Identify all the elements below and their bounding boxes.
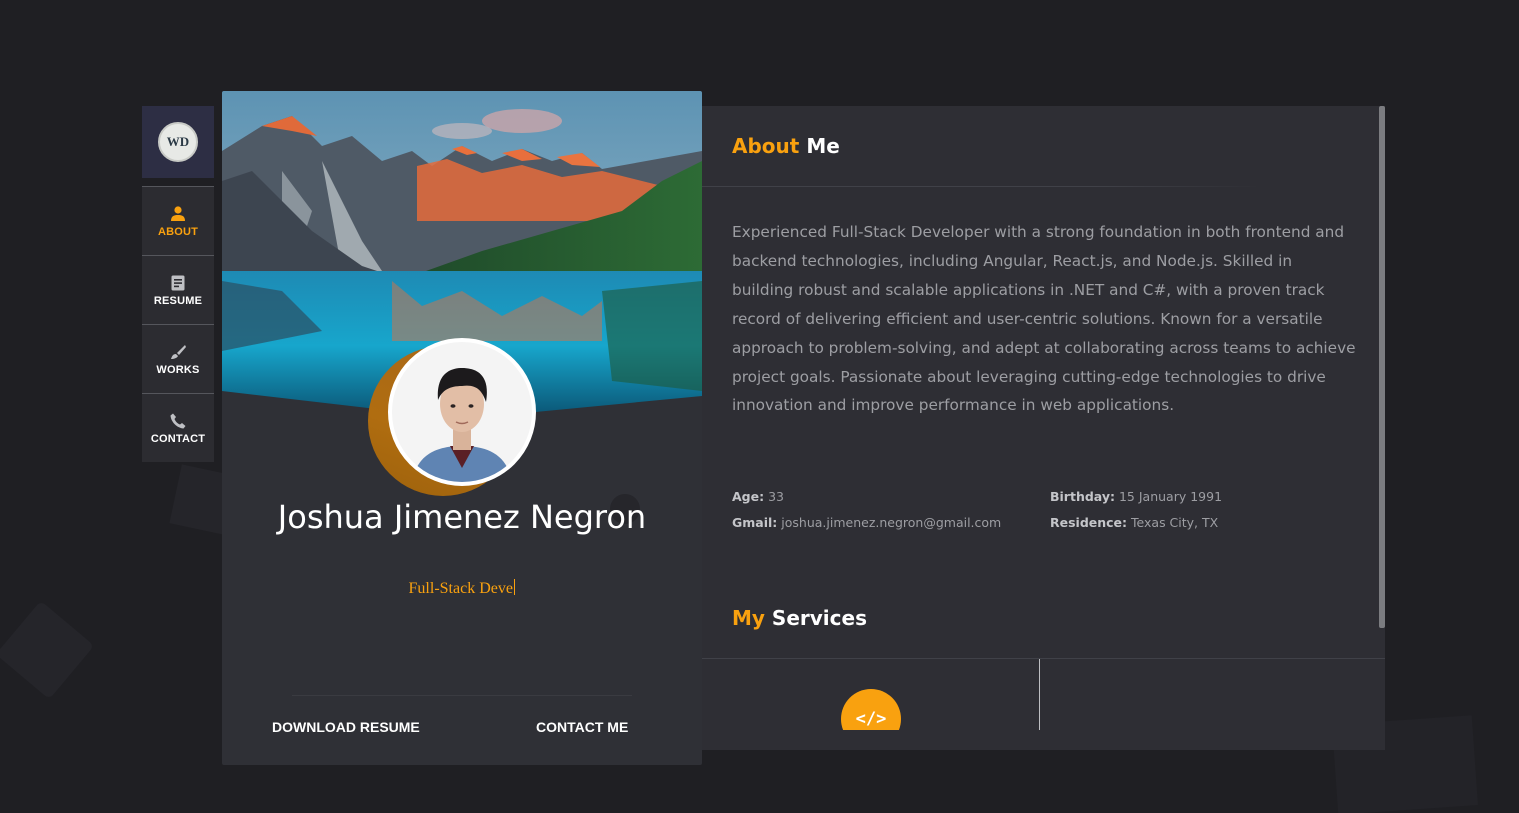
section-divider bbox=[702, 186, 1262, 187]
services-title-rest: Services bbox=[771, 606, 867, 630]
side-nav: WD ABOUT RESUME WORKS CONTACT bbox=[142, 106, 214, 462]
typing-cursor bbox=[513, 579, 516, 595]
nav-item-works[interactable]: WORKS bbox=[142, 324, 214, 393]
services-title-accent: My bbox=[732, 606, 765, 630]
scrollbar[interactable] bbox=[1379, 106, 1385, 628]
brush-icon bbox=[169, 343, 187, 361]
card-divider bbox=[292, 695, 632, 696]
avatar-wrapper bbox=[368, 338, 536, 496]
download-resume-button[interactable]: DOWNLOAD RESUME bbox=[272, 719, 420, 735]
about-title-rest: Me bbox=[806, 134, 840, 158]
nav-item-label: CONTACT bbox=[150, 432, 206, 445]
nav-item-contact[interactable]: CONTACT bbox=[142, 393, 214, 462]
services-grid: </> bbox=[702, 659, 1385, 730]
info-age: Age: 33 bbox=[732, 489, 784, 504]
about-title-accent: About bbox=[732, 134, 800, 158]
logo-text: WD bbox=[166, 134, 190, 149]
profile-name: Joshua Jimenez Negron bbox=[277, 498, 647, 536]
about-title: About Me bbox=[732, 134, 840, 158]
nav-item-about[interactable]: ABOUT bbox=[142, 186, 214, 255]
info-label: Age: bbox=[732, 489, 765, 504]
profile-card: Joshua Jimenez Negron Full-Stack Deve DO… bbox=[222, 91, 702, 765]
code-icon: </> bbox=[841, 689, 901, 730]
nav-item-label: ABOUT bbox=[157, 225, 199, 238]
nav-item-resume[interactable]: RESUME bbox=[142, 255, 214, 324]
nav-item-label: WORKS bbox=[156, 363, 200, 376]
info-value[interactable]: joshua.jimenez.negron@gmail.com bbox=[781, 515, 1001, 530]
info-label: Residence: bbox=[1050, 515, 1128, 530]
info-label: Birthday: bbox=[1050, 489, 1115, 504]
document-icon bbox=[169, 274, 187, 292]
content-panel: About Me Experienced Full-Stack Develope… bbox=[702, 106, 1385, 750]
person-icon bbox=[169, 205, 187, 223]
background-shape bbox=[0, 600, 95, 700]
contact-me-button[interactable]: CONTACT ME bbox=[536, 719, 628, 735]
profile-role: Full-Stack Deve bbox=[222, 579, 702, 598]
logo-box[interactable]: WD bbox=[142, 106, 214, 178]
code-icon-glyph: </> bbox=[855, 709, 887, 729]
avatar bbox=[388, 338, 536, 486]
info-residence: Residence: Texas City, TX bbox=[1050, 515, 1218, 530]
info-label: Gmail: bbox=[732, 515, 778, 530]
role-typed-text: Full-Stack Deve bbox=[408, 580, 513, 597]
portrait bbox=[392, 342, 532, 482]
info-value: 33 bbox=[768, 489, 784, 504]
info-gmail: Gmail: joshua.jimenez.negron@gmail.com bbox=[732, 515, 1001, 530]
logo: WD bbox=[158, 122, 198, 162]
about-description: Experienced Full-Stack Developer with a … bbox=[732, 223, 1356, 415]
nav-menu: ABOUT RESUME WORKS CONTACT bbox=[142, 186, 214, 462]
nav-item-label: RESUME bbox=[153, 294, 203, 307]
services-title: My Services bbox=[732, 606, 867, 630]
info-value: 15 January 1991 bbox=[1118, 489, 1223, 504]
info-value: Texas City, TX bbox=[1131, 515, 1219, 530]
services-column-divider bbox=[1039, 659, 1040, 730]
info-birthday: Birthday: 15 January 1991 bbox=[1050, 489, 1222, 504]
phone-icon bbox=[169, 412, 187, 430]
